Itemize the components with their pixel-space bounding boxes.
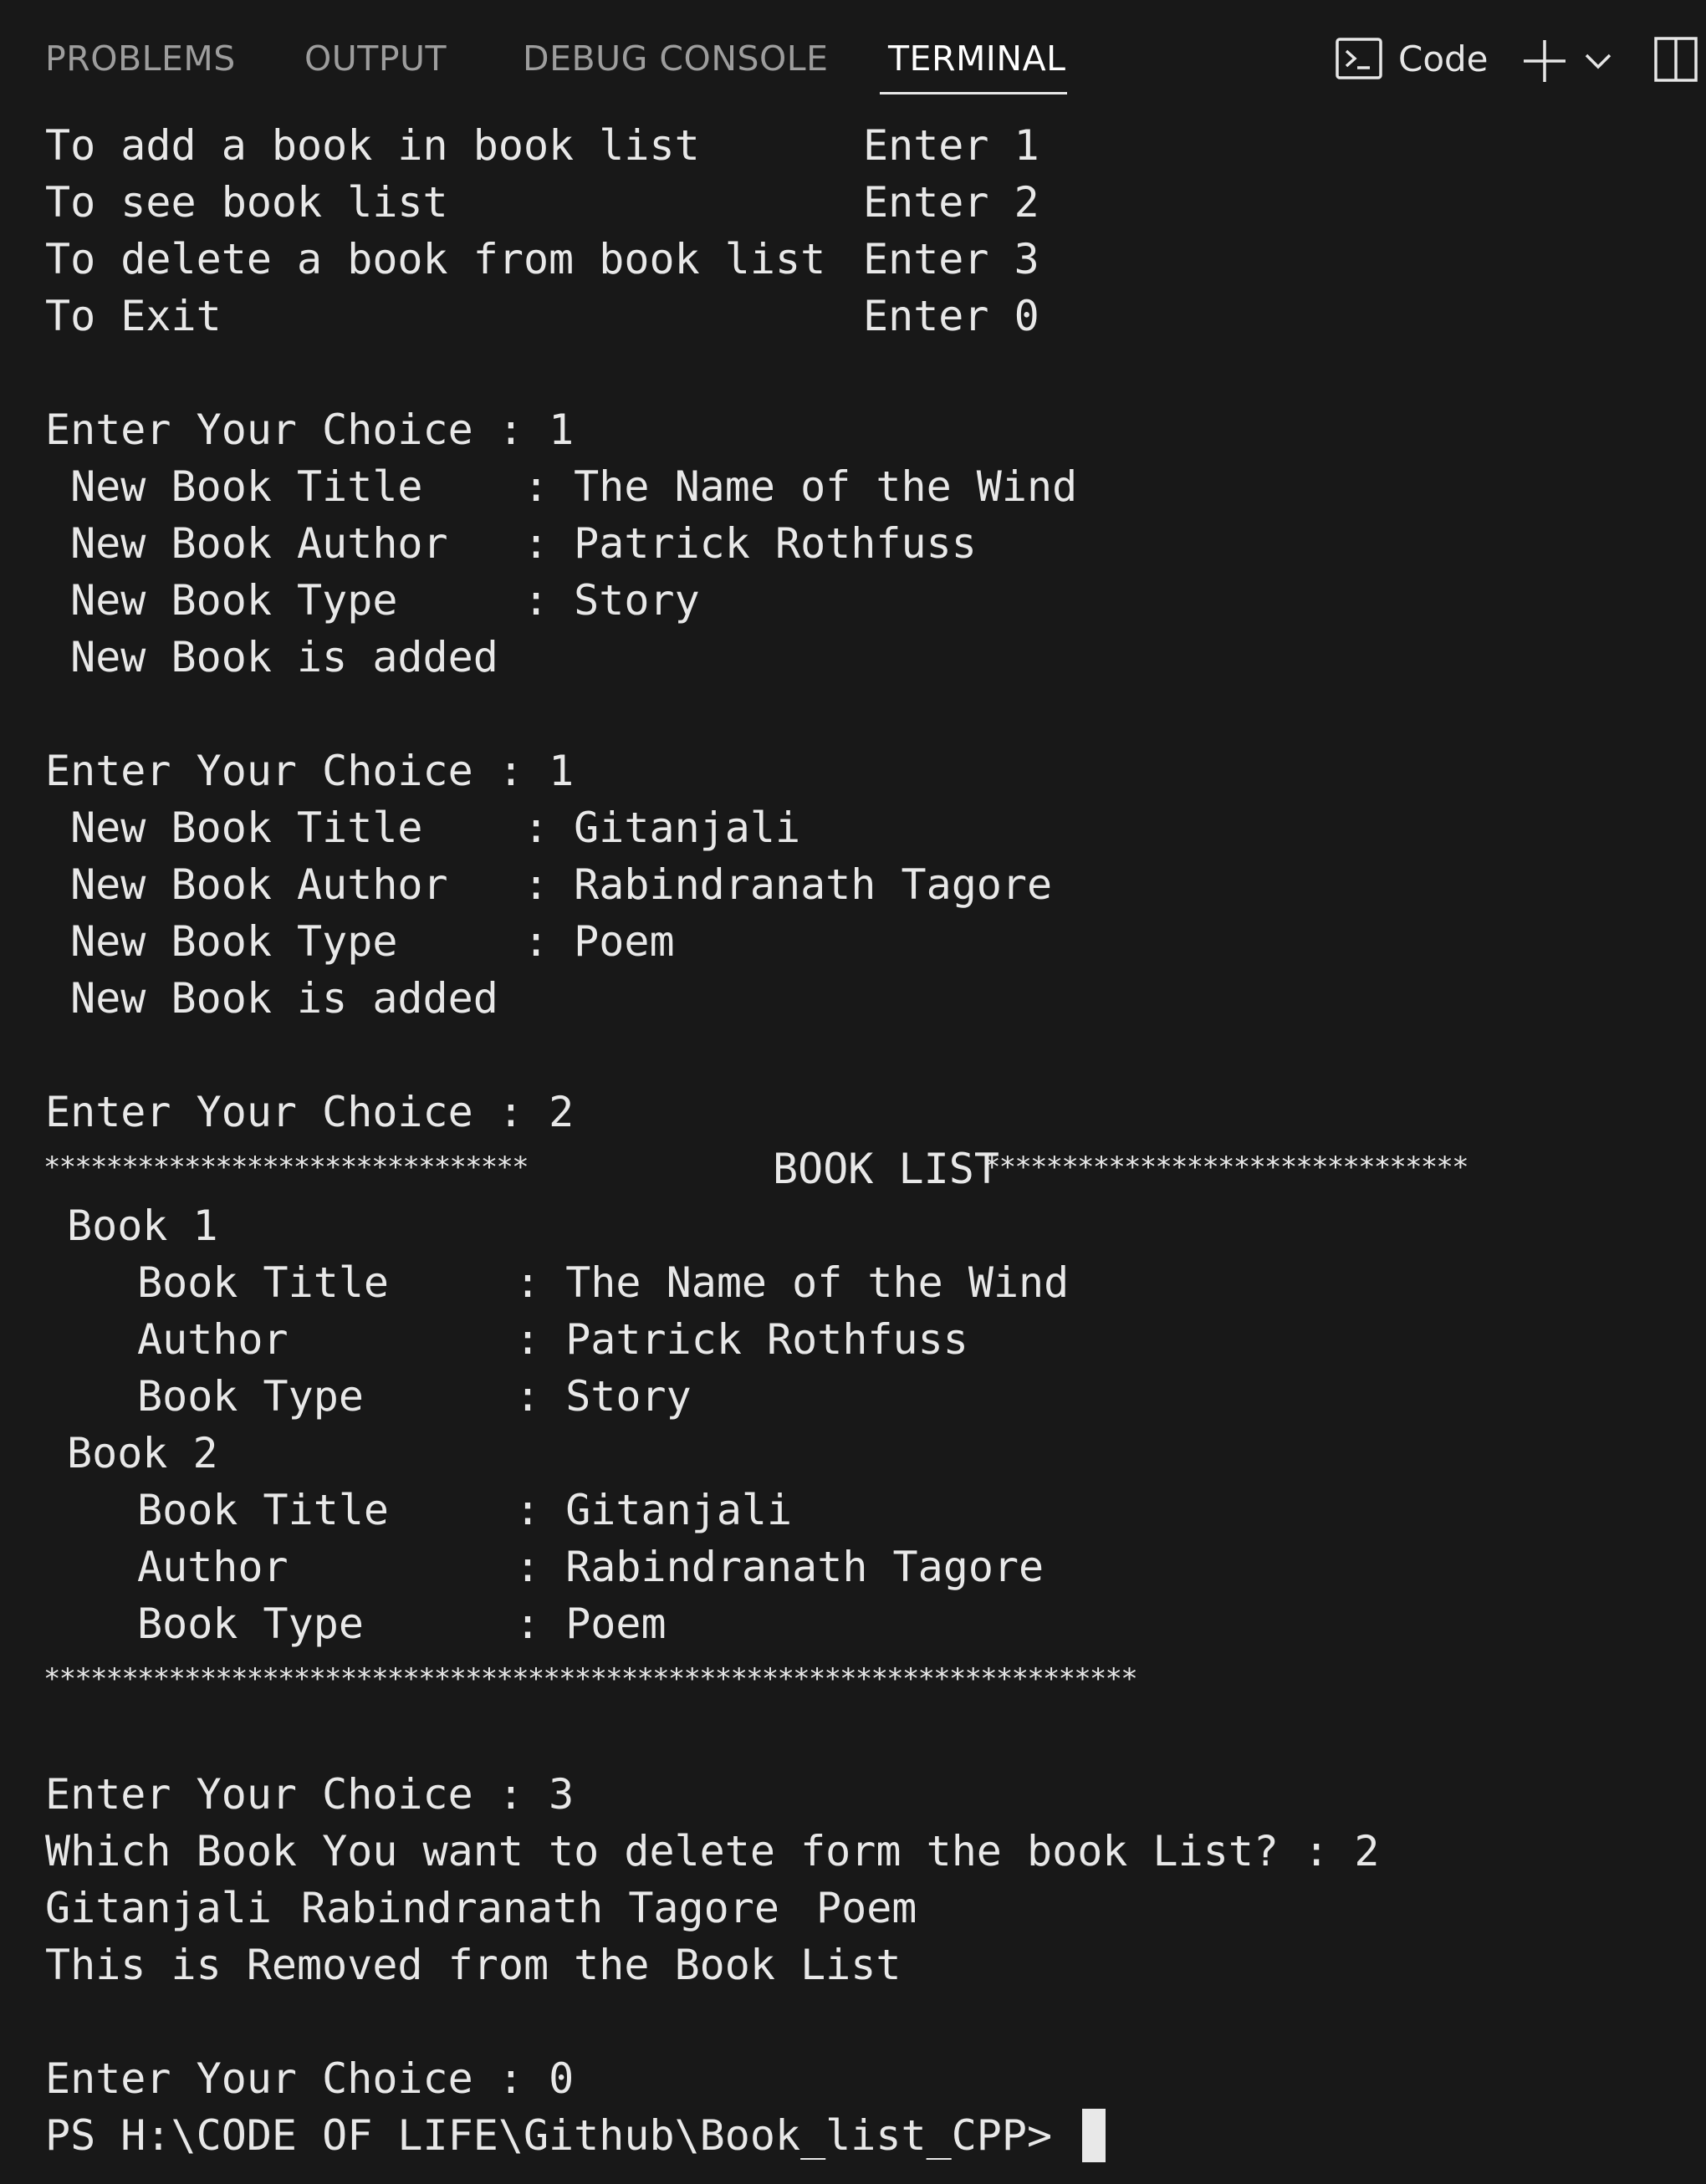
book-header: Book 1 [67,1202,218,1250]
book-field: Book Title : Gitanjali [0,1482,792,1538]
terminal-output[interactable]: To add a book in book list Enter 1 To se… [0,109,1706,2184]
panel-header: PROBLEMS OUTPUT DEBUG CONSOLE TERMINAL C… [0,0,1706,109]
choice-line: Enter Your Choice : 0 [0,2050,574,2107]
field-label: New Book Title : [45,462,575,511]
output-line: New Book Author : Patrick Rothfuss [0,515,977,572]
terminal-profile-label: Code [1398,38,1489,79]
tab-problems[interactable]: PROBLEMS [45,33,236,84]
choice-line: Enter Your Choice : 3 [0,1766,574,1823]
book-list-heading: BOOK LIST [769,1140,1003,1197]
book-list-banner: ******************************* BOOK LIS… [0,1140,1706,1197]
tab-output[interactable]: OUTPUT [304,33,447,84]
choice-prompt: Enter Your Choice : [45,2054,549,2103]
stars-divider: ****************************************… [43,1662,1138,1696]
field-value: : Gitanjali [515,1486,793,1534]
menu-option: Enter 2 [863,178,1039,227]
choice-value: 2 [549,1088,575,1136]
book-field: Book Type : Poem [0,1595,667,1652]
field-label: New Book Author : [45,519,575,568]
menu-option: Enter 1 [863,121,1039,170]
output-line: New Book Title : Gitanjali [0,799,800,856]
choice-value: 1 [549,747,575,795]
book-field: Author : Rabindranath Tagore [0,1538,1044,1595]
terminal-profile-button[interactable]: Code [1335,32,1489,85]
stars-divider: ******************************* [43,1151,529,1184]
menu-line: To Exit Enter 0 [0,288,1039,344]
field-label: New Book Type : [45,917,575,966]
output-line: New Book Author : Rabindranath Tagore [0,856,1052,913]
output-line: Which Book You want to delete form the b… [0,1823,1379,1880]
menu-text: To Exit [45,292,222,340]
field-label: Book Title [137,1486,390,1534]
terminal-icon [1336,38,1382,79]
active-tab-indicator [880,92,1067,94]
field-label: New Book Author : [45,860,575,909]
menu-text: To see book list [45,178,448,227]
output-line: This is Removed from the Book List [0,1937,902,1993]
output-line: New Book Title : The Name of the Wind [0,458,1077,515]
tab-debug-console[interactable]: DEBUG CONSOLE [523,33,829,84]
text-cursor [1082,2109,1106,2162]
menu-line: To delete a book from book list Enter 3 [0,231,1039,288]
output-line: Gitanjali Rabindranath Tagore Poem [0,1880,917,1937]
delete-question: Which Book You want to delete form the b… [45,1827,1380,1875]
choice-line: Enter Your Choice : 1 [0,742,574,799]
status-message: This is Removed from the Book List [45,1941,902,1989]
choice-value: 1 [549,406,575,454]
menu-line: To see book list Enter 2 [0,174,1039,231]
choice-prompt: Enter Your Choice : [45,747,549,795]
choice-prompt: Enter Your Choice : [45,1770,549,1819]
choice-prompt: Enter Your Choice : [45,406,549,454]
stars-divider: ******************************* [983,1151,1469,1184]
choice-value: 3 [549,1770,575,1819]
field-label: Author [137,1315,289,1364]
field-value: Gitanjali [574,804,801,852]
field-label: Book Title [137,1258,390,1307]
field-value: Patrick Rothfuss [574,519,977,568]
book-field: Book Title : The Name of the Wind [0,1254,1069,1311]
field-value: : Rabindranath Tagore [515,1543,1045,1591]
field-label: Book Type [137,1372,364,1421]
book-header: Book 2 [67,1429,218,1477]
field-label: Author [137,1543,289,1591]
status-message: New Book is added [45,974,498,1023]
output-line: New Book Type : Story [0,572,700,629]
field-label: Book Type [137,1600,364,1648]
choice-line: Enter Your Choice : 1 [0,401,574,458]
split-panel-icon[interactable] [1652,35,1699,84]
field-value: The Name of the Wind [574,462,1078,511]
choice-value: 0 [549,2054,575,2103]
field-value: Rabindranath Tagore [574,860,1053,909]
field-value: Story [574,576,700,625]
menu-option: Enter 3 [863,235,1039,283]
tab-terminal[interactable]: TERMINAL [888,33,1065,84]
output-line: New Book Type : Poem [0,913,674,970]
field-value: Poem [574,917,675,966]
shell-prompt: PS H:\CODE OF LIFE\Github\Book_list_CPP> [45,2111,1078,2160]
menu-option: Enter 0 [863,292,1039,340]
field-label: New Book Type : [45,576,575,625]
book-list-footer: ****************************************… [0,1652,1706,1709]
menu-text: To delete a book from book list [45,235,826,283]
chevron-down-icon[interactable] [1584,47,1612,75]
removed-author: Rabindranath Tagore [301,1884,779,1932]
book-field: Book Type : Story [0,1368,692,1425]
shell-prompt-line[interactable]: PS H:\CODE OF LIFE\Github\Book_list_CPP> [0,2107,1706,2164]
menu-text: To add a book in book list [45,121,700,170]
field-label: New Book Title : [45,804,575,852]
field-value: : Patrick Rothfuss [515,1315,968,1364]
output-line: New Book is added [0,629,498,686]
menu-line: To add a book in book list Enter 1 [0,117,1039,174]
status-message: New Book is added [45,633,498,681]
output-line: New Book is added [0,970,498,1027]
choice-line: Enter Your Choice : 2 [0,1084,574,1140]
field-value: : The Name of the Wind [515,1258,1070,1307]
removed-title: Gitanjali [45,1884,272,1932]
field-value: : Story [515,1372,692,1421]
plus-icon[interactable] [1520,37,1569,85]
book-field: Author : Patrick Rothfuss [0,1311,968,1368]
choice-prompt: Enter Your Choice : [45,1088,549,1136]
field-value: : Poem [515,1600,667,1648]
removed-type: Poem [816,1884,917,1932]
